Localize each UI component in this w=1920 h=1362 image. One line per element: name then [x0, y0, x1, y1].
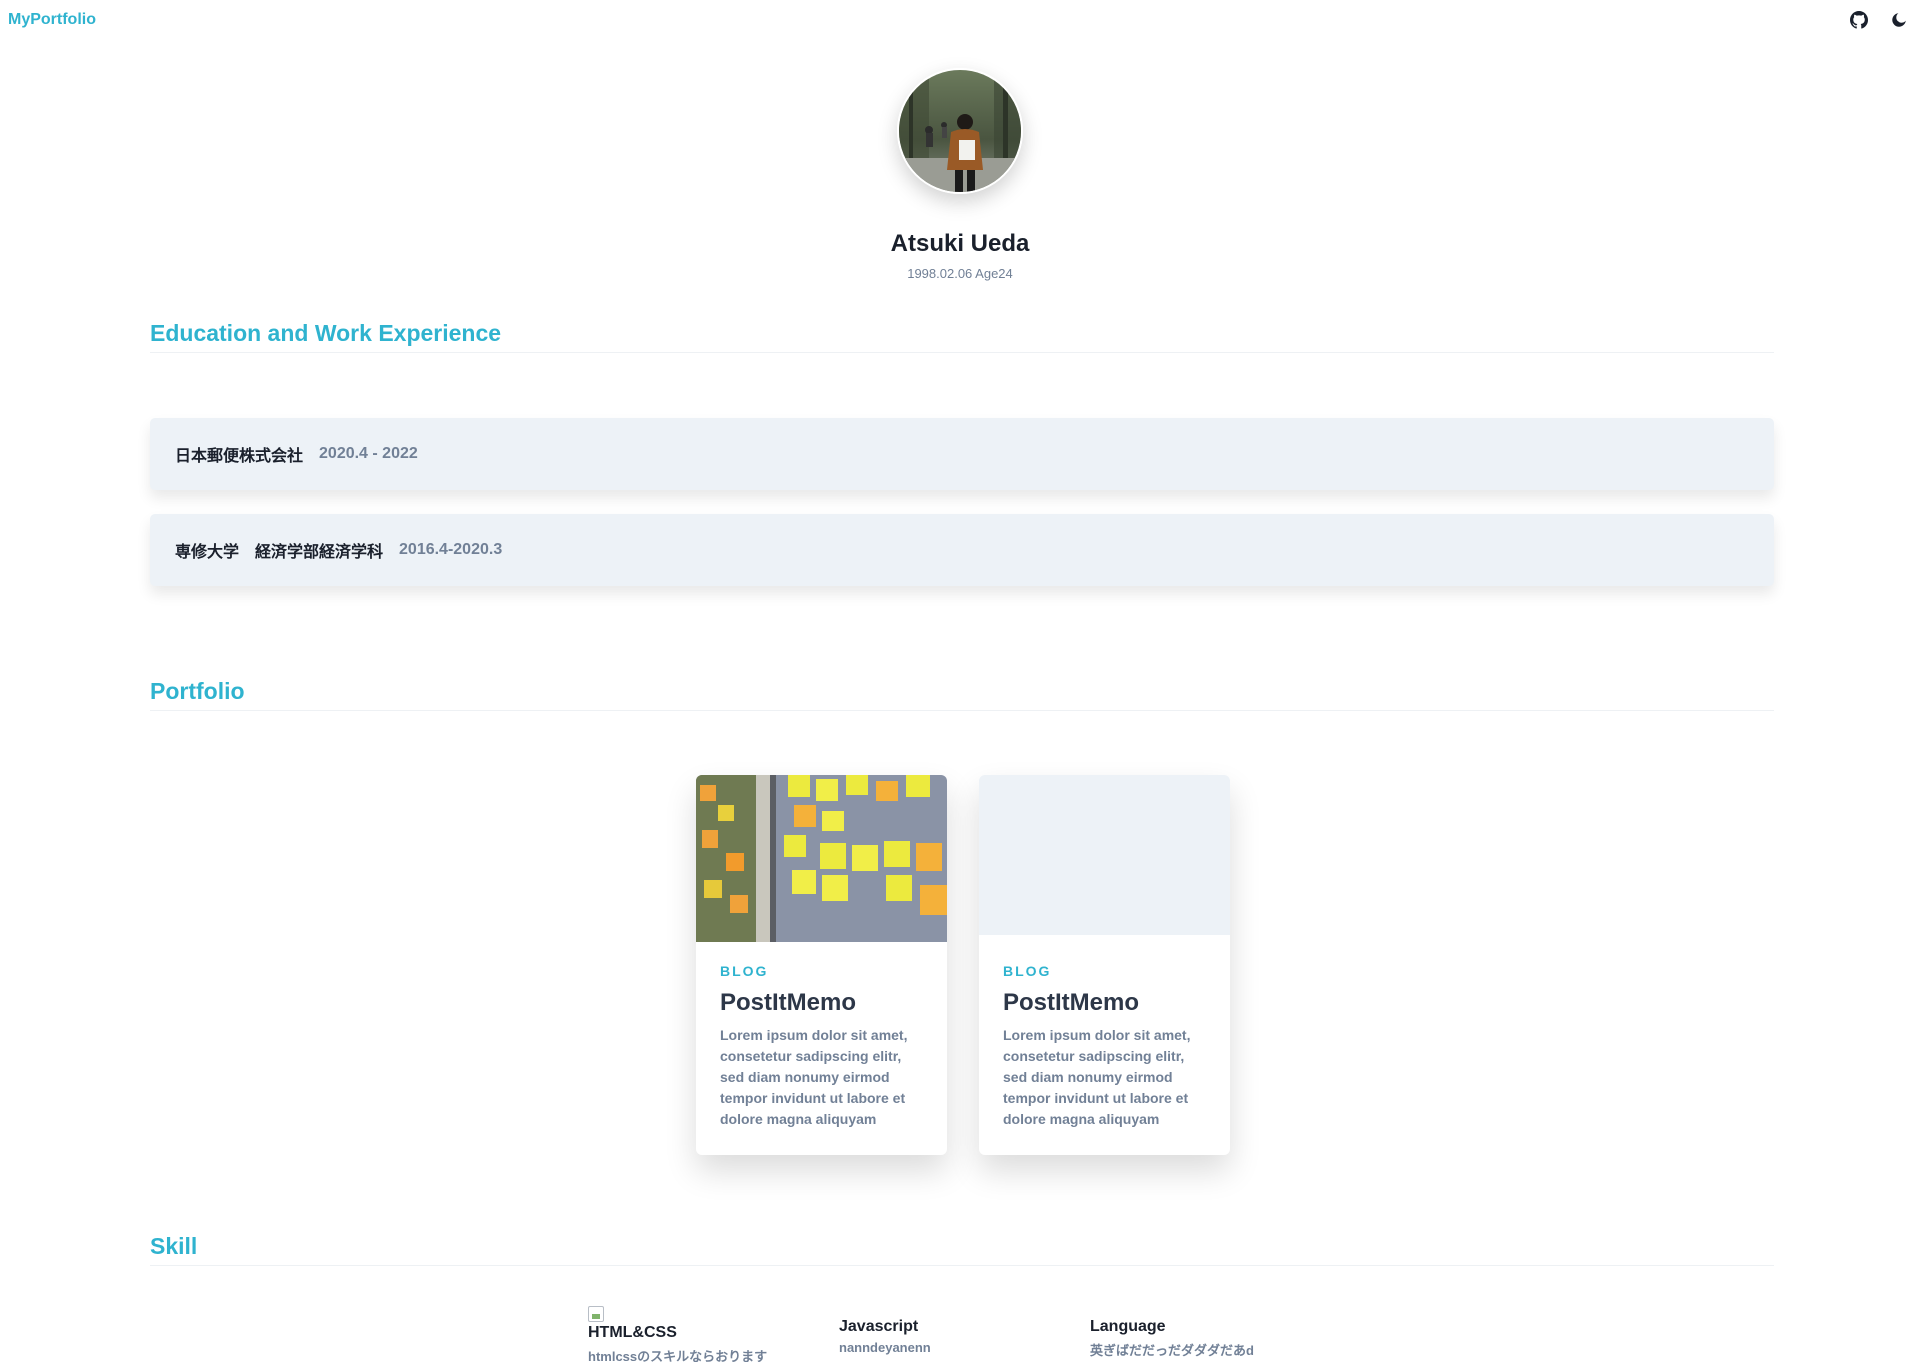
experience-card: 日本郵便株式会社 2020.4 - 2022: [150, 418, 1774, 490]
top-nav: MyPortfolio: [0, 0, 1920, 42]
experience-period: 2020.4 - 2022: [319, 445, 418, 462]
experience-heading: Education and Work Experience: [150, 320, 502, 346]
portfolio-card[interactable]: BLOG PostItMemo Lorem ipsum dolor sit am…: [696, 775, 947, 1155]
skill-description: nanndeyanenn: [839, 1340, 931, 1355]
skill-description: htmlcssのスキルならおります: [588, 1349, 768, 1362]
moon-icon[interactable]: [1888, 9, 1910, 31]
profile-birthdate-age: 1998.02.06 Age24: [907, 266, 1013, 281]
portfolio-card-category: BLOG: [1003, 963, 1052, 979]
skill-title: Language: [1090, 1318, 1166, 1335]
profile-section: Atsuki Ueda 1998.02.06 Age24: [0, 68, 1920, 281]
portfolio-card-title[interactable]: PostItMemo: [1003, 989, 1206, 1017]
experience-period: 2016.4-2020.3: [399, 541, 503, 558]
portfolio-card-body: BLOG PostItMemo Lorem ipsum dolor sit am…: [696, 963, 947, 1130]
portfolio-heading: Portfolio: [150, 678, 245, 704]
experience-name: 日本郵便株式会社: [175, 448, 304, 465]
portfolio-card-description: Lorem ipsum dolor sit amet, consetetur s…: [1003, 1027, 1191, 1127]
skill-heading: Skill: [150, 1233, 198, 1259]
experience-name: 専修大学 経済学部経済学科: [175, 544, 384, 561]
skill-item: Javascript nanndeyanenn: [839, 1318, 931, 1355]
broken-image-icon: [588, 1306, 604, 1322]
portfolio-card-description: Lorem ipsum dolor sit amet, consetetur s…: [720, 1027, 908, 1127]
section-divider: [150, 352, 1774, 353]
skill-title: HTML&CSS: [588, 1324, 677, 1341]
section-divider: [150, 1265, 1774, 1266]
profile-name: Atsuki Ueda: [890, 230, 1030, 257]
skill-title: Javascript: [839, 1318, 919, 1335]
portfolio-card-image: [696, 775, 947, 942]
brand-link[interactable]: MyPortfolio: [8, 11, 96, 29]
avatar: [897, 68, 1023, 194]
skill-item: Language 英ぎばだだっだダダダだあd: [1090, 1318, 1254, 1359]
github-icon[interactable]: [1848, 9, 1870, 31]
skill-description: 英ぎばだだっだダダダだあd: [1090, 1343, 1254, 1358]
experience-card: 専修大学 経済学部経済学科 2016.4-2020.3: [150, 514, 1774, 586]
skill-item: HTML&CSS htmlcssのスキルならおります: [588, 1306, 767, 1362]
portfolio-card[interactable]: BLOG PostItMemo Lorem ipsum dolor sit am…: [979, 775, 1230, 1155]
nav-icons: [1848, 9, 1910, 31]
portfolio-card-image-placeholder: [979, 775, 1230, 935]
portfolio-card-body: BLOG PostItMemo Lorem ipsum dolor sit am…: [979, 963, 1230, 1130]
section-divider: [150, 710, 1774, 711]
portfolio-card-category: BLOG: [720, 963, 769, 979]
portfolio-card-title[interactable]: PostItMemo: [720, 989, 923, 1017]
